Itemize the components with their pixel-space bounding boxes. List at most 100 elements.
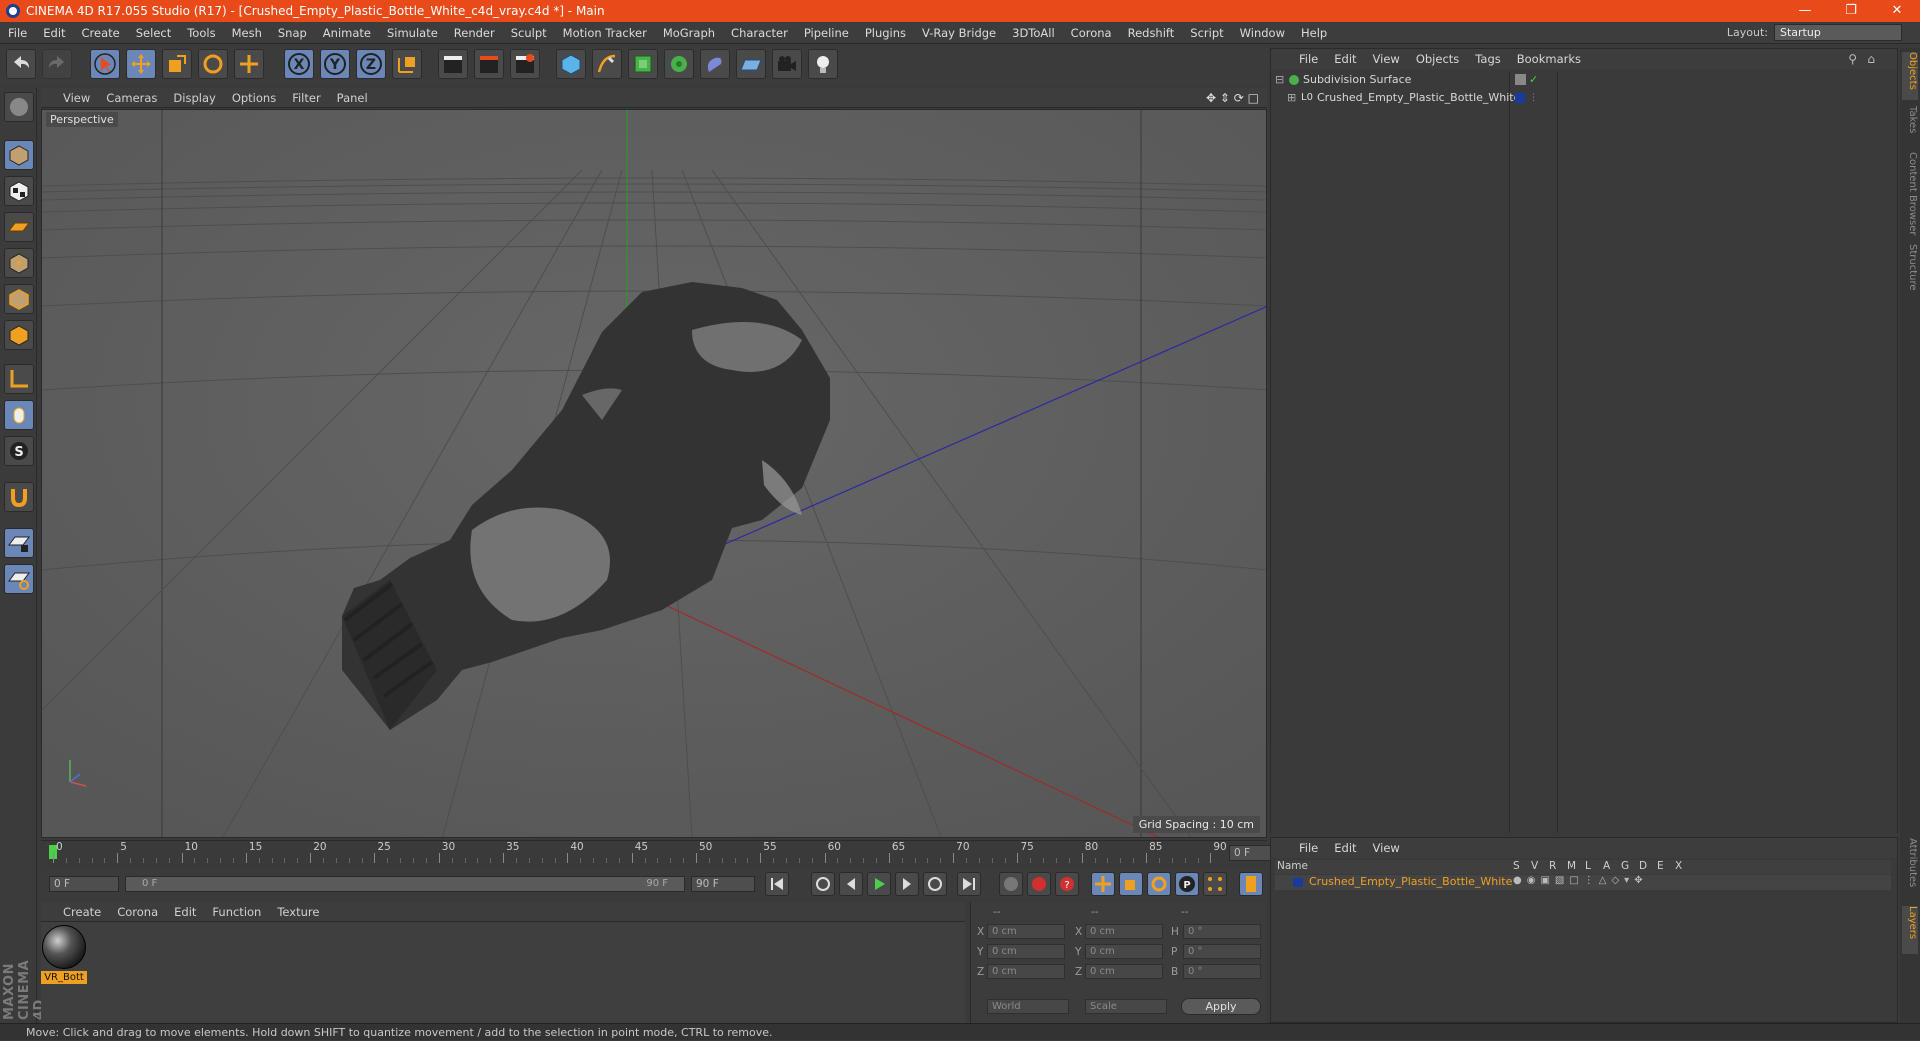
object-row-subdivision-surface[interactable]: ⊟ Subdivision Surface ✓ — [1271, 71, 1538, 89]
layer-color-swatch[interactable] — [1293, 878, 1303, 887]
menu-create[interactable]: Create — [74, 26, 128, 40]
transform-tool-button[interactable] — [234, 49, 264, 79]
move-tool-button[interactable] — [126, 49, 156, 79]
subdivision-surface-button[interactable] — [628, 49, 658, 79]
points-mode-button[interactable] — [4, 248, 34, 278]
menu-redshift[interactable]: Redshift — [1120, 26, 1183, 40]
menu-motion-tracker[interactable]: Motion Tracker — [555, 26, 655, 40]
previous-frame-button[interactable] — [839, 872, 863, 896]
objects-menu-bookmarks[interactable]: Bookmarks — [1509, 52, 1589, 66]
menu-mesh[interactable]: Mesh — [224, 26, 270, 40]
material-menu-function[interactable]: Function — [204, 905, 269, 919]
close-icon[interactable]: ✕ — [1874, 0, 1920, 22]
material-menu-texture[interactable]: Texture — [269, 905, 327, 919]
cube-object-button[interactable] — [556, 49, 586, 79]
menu-snap[interactable]: Snap — [270, 26, 315, 40]
layers-menu-view[interactable]: View — [1365, 841, 1408, 855]
menu-mograph[interactable]: MoGraph — [655, 26, 723, 40]
edges-mode-button[interactable] — [4, 284, 34, 314]
visibility-toggle-icon[interactable] — [1515, 74, 1526, 85]
collapse-toggle-icon[interactable]: ⊟ — [1275, 71, 1284, 89]
tab-objects[interactable]: Objects — [1902, 52, 1918, 100]
menu-corona[interactable]: Corona — [1063, 26, 1120, 40]
light-object-button[interactable] — [808, 49, 838, 79]
expand-toggle-icon[interactable]: ⊞ — [1287, 89, 1296, 107]
coordinate-space-dropdown[interactable]: World — [987, 999, 1069, 1014]
live-selection-button[interactable] — [90, 49, 120, 79]
layer-row[interactable]: Crushed_Empty_Plastic_Bottle_White ●◉▣▧□… — [1275, 875, 1891, 890]
end-frame-field[interactable]: 90 F — [691, 876, 755, 892]
make-editable-button[interactable] — [4, 92, 34, 122]
material-menu-create[interactable]: Create — [55, 905, 109, 919]
menu-file[interactable]: File — [0, 26, 35, 40]
next-keyframe-button[interactable] — [923, 872, 947, 896]
start-frame-field[interactable]: 0 F — [49, 876, 119, 892]
key-pla-button[interactable] — [1203, 872, 1227, 896]
go-to-end-button[interactable] — [957, 872, 981, 896]
menu-animate[interactable]: Animate — [315, 26, 379, 40]
menu-plugins[interactable]: Plugins — [857, 26, 914, 40]
apply-button[interactable]: Apply — [1181, 998, 1261, 1015]
key-position-button[interactable] — [1091, 872, 1115, 896]
camera-object-button[interactable] — [772, 49, 802, 79]
layers-menu-edit[interactable]: Edit — [1326, 841, 1364, 855]
model-mode-button[interactable] — [4, 140, 34, 170]
previous-keyframe-button[interactable] — [811, 872, 835, 896]
object-row-bottle[interactable]: ⊞ L0 Crushed_Empty_Plastic_Bottle_White … — [1271, 89, 1538, 107]
restore-icon[interactable]: ❐ — [1828, 0, 1874, 22]
grid-rotate-button[interactable] — [4, 564, 34, 594]
key-scale-button[interactable] — [1119, 872, 1143, 896]
workplane-mode-button[interactable] — [4, 212, 34, 242]
menu-vray-bridge[interactable]: V-Ray Bridge — [914, 26, 1004, 40]
visibility-dots-icon[interactable]: ⋮ — [1529, 89, 1538, 107]
redo-button[interactable] — [42, 49, 72, 79]
layers-menu-file[interactable]: File — [1291, 841, 1326, 855]
render-view-button[interactable] — [438, 49, 468, 79]
record-button[interactable] — [1027, 872, 1051, 896]
menu-script[interactable]: Script — [1182, 26, 1231, 40]
play-forward-button[interactable] — [867, 872, 891, 896]
array-mograph-button[interactable] — [664, 49, 694, 79]
menu-character[interactable]: Character — [723, 26, 796, 40]
grid-lock-button[interactable] — [4, 528, 34, 558]
viewport-menu-options[interactable]: Options — [224, 91, 284, 105]
size-y-field[interactable]: 0 cm — [1085, 944, 1163, 959]
menu-select[interactable]: Select — [128, 26, 179, 40]
coordinate-system-button[interactable] — [392, 49, 422, 79]
render-to-picture-viewer-button[interactable] — [474, 49, 504, 79]
timeline-scheme-button[interactable] — [1239, 872, 1263, 896]
axis-mode-button[interactable] — [4, 364, 34, 394]
size-z-field[interactable]: 0 cm — [1085, 964, 1163, 979]
layer-toggle-icons[interactable]: ●◉▣▧□⋮△◇▾✥ — [1513, 875, 1648, 886]
viewport-menu-filter[interactable]: Filter — [284, 91, 328, 105]
key-rotation-button[interactable] — [1147, 872, 1171, 896]
tab-content-browser[interactable]: Content Browser — [1902, 152, 1918, 242]
motion-path-button[interactable] — [999, 872, 1023, 896]
rotate-tool-button[interactable] — [198, 49, 228, 79]
tweak-mode-button[interactable] — [4, 400, 34, 430]
x-axis-lock-button[interactable]: X — [284, 49, 314, 79]
layer-color-swatch[interactable] — [1515, 93, 1525, 103]
pos-z-field[interactable]: 0 cm — [987, 964, 1065, 979]
rot-h-field[interactable]: 0 ° — [1183, 924, 1261, 939]
z-axis-lock-button[interactable]: Z — [356, 49, 386, 79]
menu-window[interactable]: Window — [1232, 26, 1293, 40]
size-x-field[interactable]: 0 cm — [1085, 924, 1163, 939]
menu-simulate[interactable]: Simulate — [379, 26, 446, 40]
rot-p-field[interactable]: 0 ° — [1183, 944, 1261, 959]
viewport-menu-cameras[interactable]: Cameras — [98, 91, 165, 105]
home-icon[interactable]: ⌂ — [1867, 52, 1875, 66]
menu-sculpt[interactable]: Sculpt — [503, 26, 555, 40]
size-mode-dropdown[interactable]: Scale — [1085, 999, 1167, 1014]
scale-tool-button[interactable] — [162, 49, 192, 79]
objects-menu-tags[interactable]: Tags — [1467, 52, 1508, 66]
tab-structure[interactable]: Structure — [1902, 244, 1918, 304]
go-to-start-button[interactable] — [765, 872, 789, 896]
enabled-check-icon[interactable]: ✓ — [1529, 71, 1538, 89]
perspective-viewport[interactable]: Perspective Grid Spacing : 10 cm — [41, 109, 1267, 838]
viewport-menu-panel[interactable]: Panel — [329, 91, 376, 105]
key-parameter-button[interactable]: P — [1175, 872, 1199, 896]
autokey-button[interactable]: ? — [1055, 872, 1079, 896]
tab-takes[interactable]: Takes — [1902, 106, 1918, 146]
render-settings-button[interactable] — [510, 49, 540, 79]
